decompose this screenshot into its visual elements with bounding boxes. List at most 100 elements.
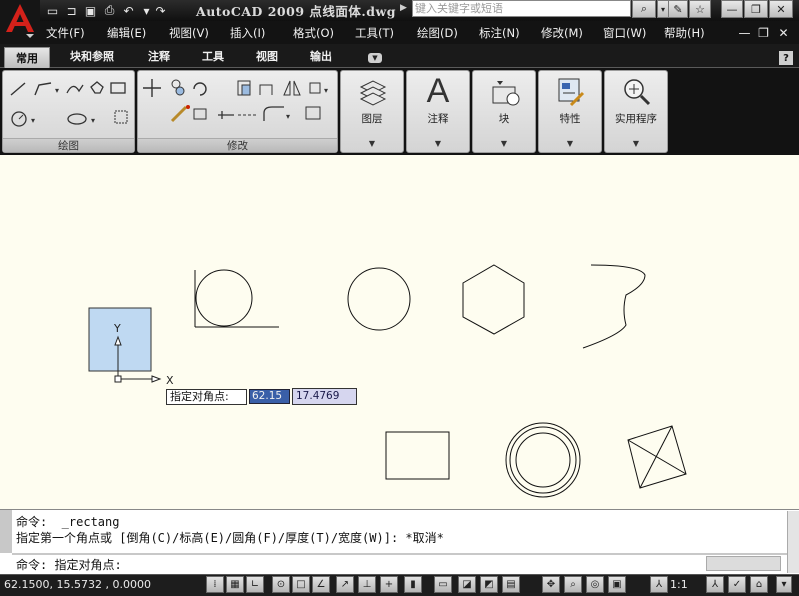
properties-icon bbox=[558, 78, 585, 107]
properties-label: 特性 bbox=[559, 113, 581, 125]
search-input[interactable]: 键入关键字或短语 bbox=[412, 0, 631, 17]
draw-panel: ▾ ▾ ▾ 绘图 bbox=[2, 70, 135, 153]
dynamic-input-y[interactable]: 17.4769 bbox=[292, 388, 357, 405]
open-icon[interactable]: ⊐ bbox=[63, 2, 80, 19]
otrack-icon[interactable]: ∠ bbox=[312, 576, 330, 593]
layout2-icon[interactable]: ◩ bbox=[480, 576, 498, 593]
rectangle-shape bbox=[385, 431, 450, 480]
fullscreen-icon[interactable]: ▾ bbox=[776, 576, 792, 593]
utilities-dropdown-icon[interactable]: ▼ bbox=[605, 139, 667, 148]
layers-panel-button[interactable]: 图层 ▼ bbox=[340, 70, 404, 153]
draw-panel-title[interactable]: 绘图 bbox=[3, 138, 134, 152]
print-icon[interactable]: ⎙ bbox=[101, 2, 118, 19]
snap-icon[interactable]: ⁞ bbox=[206, 576, 224, 593]
layers-dropdown-icon[interactable]: ▼ bbox=[341, 139, 403, 148]
annotation-label: 注释 bbox=[427, 113, 449, 125]
menu-insert[interactable]: 插入(I) bbox=[230, 25, 265, 41]
polar-icon[interactable]: ⊙ bbox=[272, 576, 290, 593]
toolbar-lock-icon[interactable]: ⌂ bbox=[750, 576, 768, 593]
annotation-icon: A bbox=[426, 71, 450, 110]
annotation-panel-button[interactable]: A 注释 ▼ bbox=[406, 70, 470, 153]
menu-dimension[interactable]: 标注(N) bbox=[479, 25, 520, 41]
pan-icon[interactable]: ✥ bbox=[542, 576, 560, 593]
ortho-icon[interactable]: ∟ bbox=[246, 576, 264, 593]
annotation-scale-icon[interactable]: ⅄ bbox=[650, 576, 668, 593]
lwt-icon[interactable]: + bbox=[380, 576, 398, 593]
undo-icon[interactable]: ↶ bbox=[120, 2, 137, 19]
menu-window[interactable]: 窗口(W) bbox=[603, 25, 646, 41]
tab-view[interactable]: 视图 bbox=[256, 48, 278, 66]
auto-scale-icon[interactable]: ✓ bbox=[728, 576, 746, 593]
redo-icon[interactable]: ↷ bbox=[152, 2, 169, 19]
layers-label: 图层 bbox=[361, 113, 383, 125]
info-arrow-icon[interactable]: ▶ bbox=[400, 3, 407, 13]
tab-blocks[interactable]: 块和参照 bbox=[70, 48, 114, 66]
tab-annotate[interactable]: 注释 bbox=[148, 48, 170, 66]
menu-view[interactable]: 视图(V) bbox=[169, 25, 209, 41]
layers-icon bbox=[359, 80, 387, 106]
menu-format[interactable]: 格式(O) bbox=[293, 25, 334, 41]
file-name: 点线面体.dwg bbox=[309, 4, 396, 19]
tab-tools[interactable]: 工具 bbox=[202, 48, 224, 66]
draw-tools-icons: ▾ ▾ ▾ bbox=[10, 81, 128, 127]
command-history-line-2: 指定第一个角点或 [倒角(C)/标高(E)/圆角(F)/厚度(T)/宽度(W)]… bbox=[16, 531, 444, 545]
annotation-scale-value[interactable]: 1:1 bbox=[670, 578, 688, 591]
new-icon[interactable]: ▭ bbox=[44, 2, 61, 19]
utilities-panel-button[interactable]: 实用程序 ▼ bbox=[604, 70, 668, 153]
search-icon[interactable]: ⌕ bbox=[632, 0, 656, 18]
minimize-app-button[interactable]: — bbox=[721, 0, 743, 18]
menu-draw[interactable]: 绘图(D) bbox=[417, 25, 458, 41]
menu-help[interactable]: 帮助(H) bbox=[664, 25, 705, 41]
menu-edit[interactable]: 编辑(E) bbox=[107, 25, 146, 41]
tab-output[interactable]: 输出 bbox=[310, 48, 332, 66]
properties-panel-button[interactable]: 特性 ▼ bbox=[538, 70, 602, 153]
modify-panel: ▾ ▾ 修改 bbox=[137, 70, 338, 153]
menu-file[interactable]: 文件(F) bbox=[46, 25, 85, 41]
command-window-grip[interactable] bbox=[0, 510, 12, 553]
help-icon[interactable]: ? bbox=[779, 51, 793, 65]
menu-tools[interactable]: 工具(T) bbox=[355, 25, 394, 41]
zoom-icon[interactable]: ⌕ bbox=[564, 576, 582, 593]
minimize-doc-button[interactable]: — bbox=[736, 25, 753, 40]
window-title: AutoCAD 2009 点线面体.dwg bbox=[196, 1, 396, 19]
concentric-circles bbox=[505, 422, 581, 498]
circle-shape bbox=[347, 267, 411, 331]
command-hscroll[interactable] bbox=[706, 556, 781, 571]
modify-panel-title[interactable]: 修改 bbox=[138, 138, 337, 152]
communication-icon[interactable]: ✎ bbox=[668, 0, 688, 18]
properties-dropdown-icon[interactable]: ▼ bbox=[539, 139, 601, 148]
restore-doc-button[interactable]: ❐ bbox=[755, 25, 772, 40]
app-logo[interactable] bbox=[0, 0, 40, 44]
steeringwheel-icon[interactable]: ◎ bbox=[586, 576, 604, 593]
tab-home[interactable]: 常用 bbox=[4, 47, 50, 68]
close-doc-button[interactable]: ✕ bbox=[775, 25, 792, 40]
ucs-rectangle bbox=[88, 307, 152, 372]
ducs-icon[interactable]: ↗ bbox=[336, 576, 354, 593]
dyn-icon[interactable]: ⊥ bbox=[358, 576, 376, 593]
osnap-icon[interactable]: □ bbox=[292, 576, 310, 593]
qp-icon[interactable]: ▮ bbox=[404, 576, 422, 593]
grid-icon[interactable]: ▦ bbox=[226, 576, 244, 593]
modify-panel-label: 修改 bbox=[227, 140, 248, 152]
command-input[interactable]: 命令: 指定对角点: bbox=[16, 556, 122, 573]
quickview-icon[interactable]: ▤ bbox=[502, 576, 520, 593]
command-scrollbar[interactable] bbox=[787, 511, 799, 573]
menu-modify[interactable]: 修改(M) bbox=[541, 25, 583, 41]
block-label: 块 bbox=[498, 113, 510, 125]
close-app-button[interactable]: ✕ bbox=[769, 0, 793, 18]
layout1-icon[interactable]: ◪ bbox=[458, 576, 476, 593]
ribbon-minimize-icon[interactable]: ▼ bbox=[368, 53, 382, 63]
annotation-visibility-icon[interactable]: ⅄ bbox=[706, 576, 724, 593]
showmotion-icon[interactable]: ▣ bbox=[608, 576, 626, 593]
model-icon[interactable]: ▭ bbox=[434, 576, 452, 593]
draw-panel-label: 绘图 bbox=[58, 140, 79, 152]
block-panel-button[interactable]: 块 ▼ bbox=[472, 70, 536, 153]
save-icon[interactable]: ▣ bbox=[82, 2, 99, 19]
annotation-dropdown-icon[interactable]: ▼ bbox=[407, 139, 469, 148]
restore-app-button[interactable]: ❐ bbox=[744, 0, 768, 18]
dynamic-input-x[interactable]: 62.15 bbox=[249, 389, 290, 404]
star-icon[interactable]: ☆ bbox=[689, 0, 711, 18]
block-dropdown-icon[interactable]: ▼ bbox=[473, 139, 535, 148]
command-separator bbox=[12, 553, 787, 555]
coordinate-readout[interactable]: 62.1500, 15.5732 , 0.0000 bbox=[4, 578, 151, 591]
